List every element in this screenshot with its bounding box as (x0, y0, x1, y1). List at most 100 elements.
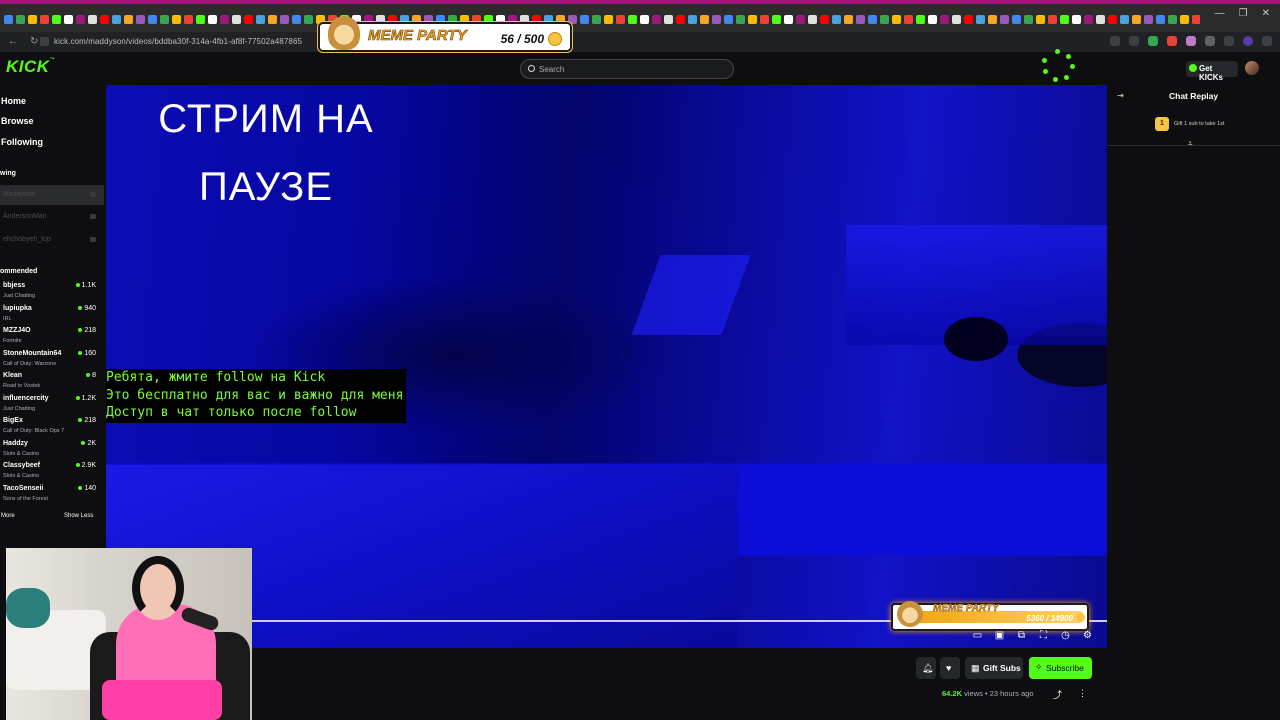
tab-favicon-icon[interactable] (220, 15, 229, 24)
following-channel[interactable]: Maddyson (0, 185, 104, 205)
tab-favicon-icon[interactable] (724, 15, 733, 24)
following-channel[interactable]: ehchobyeh_top (0, 230, 104, 250)
tab-favicon-icon[interactable] (844, 15, 853, 24)
gift-subs-button[interactable]: ▦ Gift Subs (965, 657, 1023, 679)
gift-leaderboard[interactable]: 1 Gift 1 sub to take 1st (1107, 113, 1280, 137)
tab-favicon-icon[interactable] (664, 15, 673, 24)
tab-favicon-icon[interactable] (1180, 15, 1189, 24)
menu-icon[interactable] (1262, 36, 1272, 46)
expand-pinned-icon[interactable]: ⩡ (1188, 139, 1193, 149)
follow-heart-button[interactable]: ♥ (940, 657, 960, 679)
extension-icon[interactable] (1186, 36, 1196, 46)
tab-favicon-icon[interactable] (892, 15, 901, 24)
tab-favicon-icon[interactable] (208, 15, 217, 24)
kick-logo[interactable]: KICK™ (6, 57, 55, 77)
tab-favicon-icon[interactable] (1012, 15, 1021, 24)
tab-favicon-icon[interactable] (760, 15, 769, 24)
tab-favicon-icon[interactable] (592, 15, 601, 24)
tab-favicon-icon[interactable] (148, 15, 157, 24)
tab-favicon-icon[interactable] (772, 15, 781, 24)
tab-favicon-icon[interactable] (868, 15, 877, 24)
tab-favicon-icon[interactable] (832, 15, 841, 24)
tab-favicon-icon[interactable] (1060, 15, 1069, 24)
recommended-channel[interactable]: TacoSenseii Sons of the Forest 140 (0, 485, 100, 507)
tab-favicon-icon[interactable] (76, 15, 85, 24)
recommended-channel[interactable]: influencercity Just Chatting 1.2K (0, 395, 100, 417)
tab-favicon-icon[interactable] (1132, 15, 1141, 24)
fullscreen-icon[interactable]: ⛶ (1038, 630, 1049, 641)
tab-favicon-icon[interactable] (160, 15, 169, 24)
recommended-channel[interactable]: BigEx Call of Duty: Black Ops 7 218 (0, 417, 100, 439)
tab-favicon-icon[interactable] (820, 15, 829, 24)
video-player[interactable]: СТРИМ НА ПАУЗЕ Ребята, жмите follow на K… (106, 85, 1107, 648)
tab-favicon-icon[interactable] (172, 15, 181, 24)
tab-favicon-icon[interactable] (976, 15, 985, 24)
tab-favicon-icon[interactable] (952, 15, 961, 24)
tab-favicon-icon[interactable] (1072, 15, 1081, 24)
tab-favicon-icon[interactable] (196, 15, 205, 24)
speed-icon[interactable]: ◷ (1060, 630, 1071, 641)
tab-favicon-icon[interactable] (4, 15, 13, 24)
share-icon[interactable]: ⤴ (1053, 688, 1062, 701)
eye-off-icon[interactable] (1110, 36, 1120, 46)
tab-favicon-icon[interactable] (40, 15, 49, 24)
tab-favicon-icon[interactable] (736, 15, 745, 24)
tab-favicon-icon[interactable] (652, 15, 661, 24)
sidebar-item-home[interactable]: Home (1, 96, 26, 106)
tab-favicon-icon[interactable] (688, 15, 697, 24)
extension-icon[interactable] (1167, 36, 1177, 46)
tab-favicon-icon[interactable] (904, 15, 913, 24)
url-field[interactable]: kick.com/maddyson/videos/bddba30f-314a-4… (54, 37, 302, 46)
tab-favicon-icon[interactable] (1084, 15, 1093, 24)
extensions-puzzle-icon[interactable] (1205, 36, 1215, 46)
tab-favicon-icon[interactable] (1192, 15, 1200, 24)
tab-favicon-icon[interactable] (604, 15, 613, 24)
extension-icon[interactable] (1148, 36, 1158, 46)
show-more-button[interactable]: More (1, 513, 15, 519)
tab-favicon-icon[interactable] (100, 15, 109, 24)
tab-favicon-icon[interactable] (1108, 15, 1117, 24)
tab-favicon-icon[interactable] (256, 15, 265, 24)
profile-icon[interactable] (1243, 36, 1253, 46)
tab-favicon-icon[interactable] (16, 15, 25, 24)
sidebar-item-following[interactable]: Following (1, 137, 43, 147)
tab-favicon-icon[interactable] (1120, 15, 1129, 24)
tab-favicon-icon[interactable] (268, 15, 277, 24)
tab-favicon-icon[interactable] (88, 15, 97, 24)
tab-favicon-icon[interactable] (112, 15, 121, 24)
tab-favicon-icon[interactable] (700, 15, 709, 24)
get-kicks-button[interactable]: Get KICKs (1186, 61, 1238, 82)
recommended-channel[interactable]: lupiupka IRL 940 (0, 305, 100, 327)
tab-favicon-icon[interactable] (880, 15, 889, 24)
recommended-channel[interactable]: StoneMountain64 Call of Duty: Warzone 160 (0, 350, 100, 372)
tab-favicon-icon[interactable] (796, 15, 805, 24)
tab-favicon-icon[interactable] (1144, 15, 1153, 24)
tab-favicon-icon[interactable] (1096, 15, 1105, 24)
show-less-button[interactable]: Show Less (64, 513, 93, 519)
tab-favicon-icon[interactable] (856, 15, 865, 24)
tab-favicon-icon[interactable] (964, 15, 973, 24)
tab-favicon-icon[interactable] (628, 15, 637, 24)
tab-favicon-icon[interactable] (784, 15, 793, 24)
tab-favicon-icon[interactable] (988, 15, 997, 24)
recommended-channel[interactable]: bbjess Just Chatting 1.1K (0, 282, 100, 304)
minimize-icon[interactable]: — (1215, 8, 1225, 19)
recommended-channel[interactable]: Haddzy Slots & Casino 2K (0, 440, 100, 462)
star-icon[interactable] (1129, 36, 1139, 46)
site-info-icon[interactable] (40, 37, 49, 46)
collapse-chat-icon[interactable]: ⇥ (1117, 91, 1124, 100)
tab-favicon-icon[interactable] (616, 15, 625, 24)
tab-favicon-icon[interactable] (916, 15, 925, 24)
tab-favicon-icon[interactable] (1036, 15, 1045, 24)
tab-favicon-icon[interactable] (748, 15, 757, 24)
tab-favicon-icon[interactable] (124, 15, 133, 24)
tab-favicon-icon[interactable] (232, 15, 241, 24)
tab-favicon-icon[interactable] (640, 15, 649, 24)
recommended-channel[interactable]: MZZJ4O Fortnite 218 (0, 327, 100, 349)
notification-button[interactable]: 🔔︎ (916, 657, 936, 679)
theater-icon[interactable]: ▭ (972, 630, 983, 641)
recommended-channel[interactable]: Klean Road to Vostok 8 (0, 372, 100, 394)
clip-icon[interactable]: ▣ (994, 630, 1005, 641)
more-options-icon[interactable]: ⋮ (1078, 688, 1087, 699)
tab-favicon-icon[interactable] (808, 15, 817, 24)
